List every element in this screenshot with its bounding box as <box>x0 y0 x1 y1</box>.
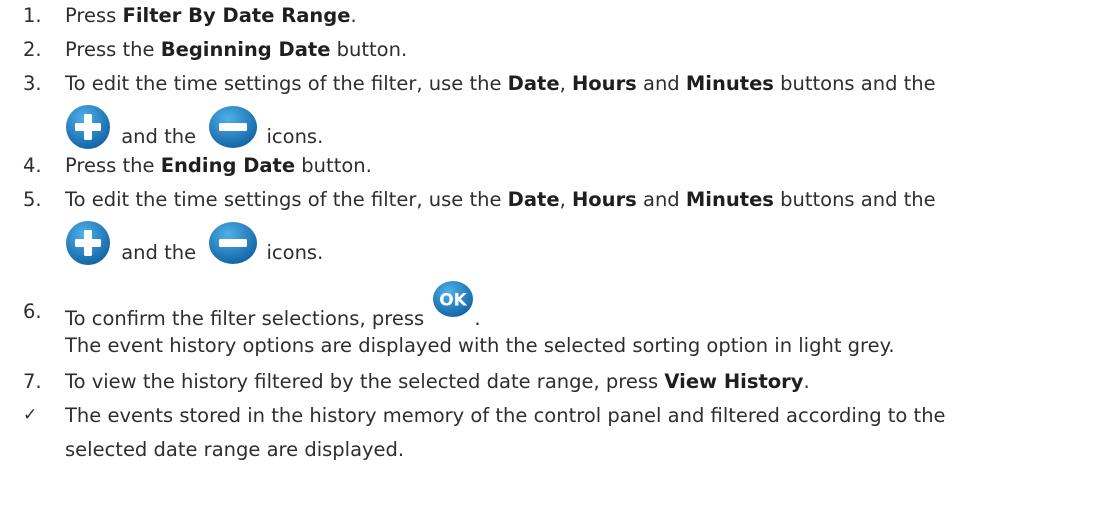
ui-term: Filter By Date Range <box>122 4 351 27</box>
minus-icon <box>208 104 258 150</box>
ui-term: Minutes <box>685 72 774 95</box>
plus-icon <box>65 220 111 266</box>
ok-icon: OK <box>432 280 474 318</box>
ui-term: Hours <box>571 188 637 211</box>
step-number: 6. <box>23 300 42 323</box>
step-number: 5. <box>23 188 42 211</box>
step-number: 2. <box>23 38 42 61</box>
step-6-result: The event history options are displayed … <box>65 334 895 357</box>
minus-icon <box>208 220 258 266</box>
ui-term: Beginning Date <box>160 38 331 61</box>
ui-term: Ending Date <box>160 154 296 177</box>
ui-term: Date <box>507 72 560 95</box>
step-number: 3. <box>23 72 42 95</box>
ok-icon-label: OK <box>440 291 468 311</box>
step-5-icons-line: and the icons. <box>65 220 323 266</box>
step-number: 4. <box>23 154 42 177</box>
checkmark-icon: ✓ <box>23 405 38 425</box>
plus-icon <box>65 104 111 150</box>
step-3-icons-line: and the icons. <box>65 104 323 150</box>
final-result-line2: selected date range are displayed. <box>65 438 405 461</box>
ui-term: Minutes <box>685 188 774 211</box>
step-number: 1. <box>23 4 42 27</box>
step-number: 7. <box>23 370 42 393</box>
ui-term: Date <box>507 188 560 211</box>
ui-term: View History <box>664 370 804 393</box>
ui-term: Hours <box>571 72 637 95</box>
